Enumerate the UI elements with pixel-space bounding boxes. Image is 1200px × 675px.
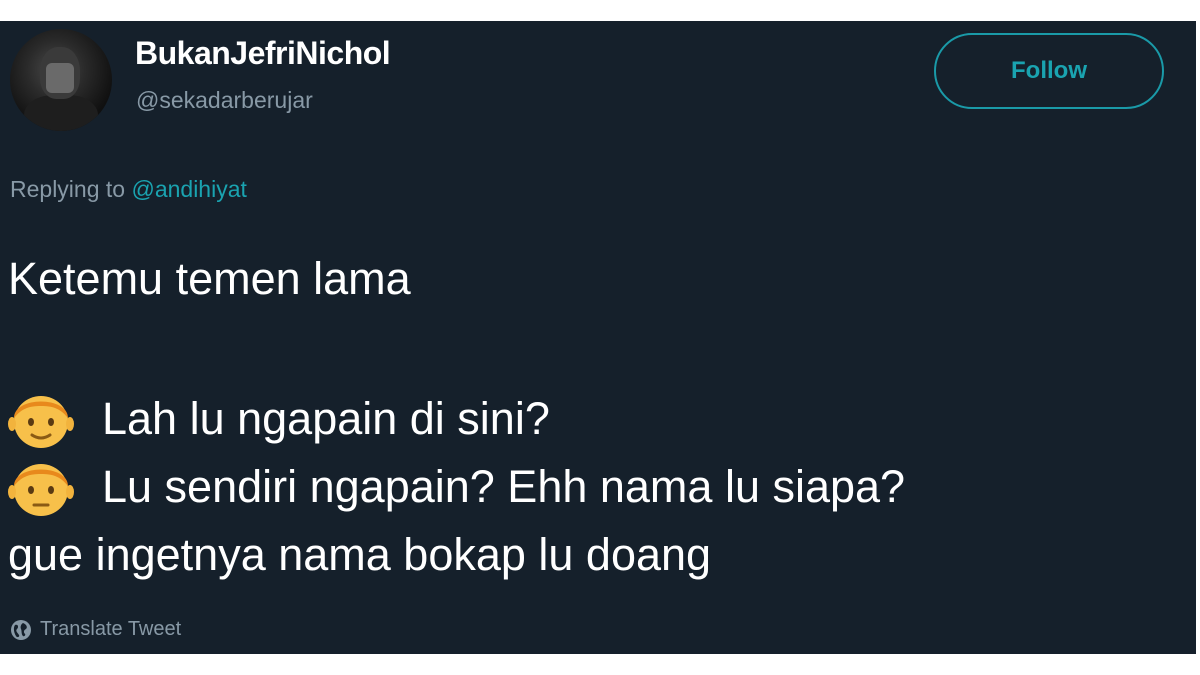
display-name[interactable]: BukanJefriNichol	[135, 35, 391, 72]
tweet-text: Ketemu temen lama Lah lu ngapain di sini…	[8, 245, 905, 589]
tweet-line: Ketemu temen lama	[8, 245, 905, 313]
tweet-line: gue ingetnya nama bokap lu doang	[8, 521, 905, 589]
globe-icon	[11, 619, 31, 640]
tweet-line-text: Ketemu temen lama	[8, 253, 411, 304]
tweet-line: Lah lu ngapain di sini?	[8, 385, 905, 453]
replying-mention-link[interactable]: @andihiyat	[131, 176, 246, 202]
translate-tweet-link[interactable]: Translate Tweet	[10, 618, 181, 641]
replying-prefix: Replying to	[10, 176, 126, 202]
translate-label[interactable]: Translate Tweet	[40, 618, 181, 641]
replying-to: Replying to @andihiyat	[10, 176, 247, 203]
follow-button[interactable]: Follow	[934, 33, 1164, 109]
boy-face-emoji-icon	[8, 464, 74, 516]
tweet-line-text: Lah lu ngapain di sini?	[102, 393, 550, 444]
avatar-figure-hand	[46, 63, 74, 93]
tweet-line: Lu sendiri ngapain? Ehh nama lu siapa?	[8, 453, 905, 521]
tweet-line-text: gue ingetnya nama bokap lu doang	[8, 529, 712, 580]
tweet-line-text: Lu sendiri ngapain? Ehh nama lu siapa?	[102, 461, 906, 512]
avatar[interactable]	[10, 29, 112, 131]
avatar-figure-body	[24, 95, 98, 131]
boy-face-emoji-icon	[8, 396, 74, 448]
user-handle[interactable]: @sekadarberujar	[136, 87, 313, 114]
tweet-card: BukanJefriNichol @sekadarberujar Follow …	[0, 21, 1196, 654]
